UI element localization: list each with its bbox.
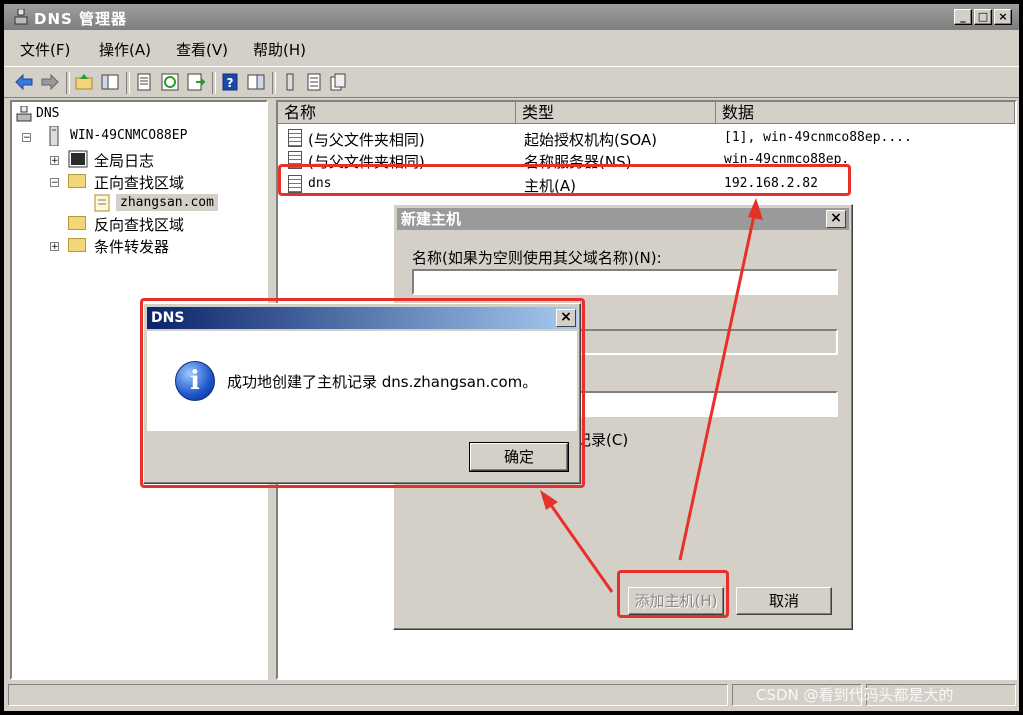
record-icon	[288, 129, 302, 147]
back-arrow-icon[interactable]	[14, 72, 34, 92]
tree-conditional-forwarders[interactable]: 条件转发器	[94, 236, 169, 257]
dns-root-icon	[16, 106, 32, 122]
column-header-type[interactable]: 类型	[516, 102, 716, 124]
conditional-forwarders-expand-toggle[interactable]: +	[50, 242, 59, 252]
record-type: 起始授权机构(SOA)	[524, 131, 658, 149]
up-folder-icon[interactable]	[74, 72, 94, 92]
new-host-close-button[interactable]: ×	[826, 210, 846, 228]
host-name-input[interactable]	[412, 269, 838, 295]
server-icon[interactable]	[280, 72, 300, 92]
message-box-close-button[interactable]: ×	[556, 309, 576, 327]
info-icon: i	[175, 361, 215, 401]
tree-reverse-lookup-zones[interactable]: 反向查找区域	[94, 214, 184, 235]
record-name[interactable]: dns	[308, 176, 331, 191]
record-data: 192.168.2.82	[724, 176, 818, 191]
toolbar-separator	[272, 72, 276, 94]
new-host-dialog-title[interactable]: 新建主机	[397, 208, 849, 230]
column-header-name[interactable]: 名称	[278, 102, 516, 124]
copy-record-icon[interactable]	[328, 72, 348, 92]
folder-icon	[68, 174, 86, 188]
forward-arrow-icon[interactable]	[40, 72, 60, 92]
record-icon	[288, 175, 302, 193]
tree-forward-lookup-zones[interactable]: 正向查找区域	[94, 172, 184, 193]
add-host-button[interactable]: 添加主机(H)	[628, 587, 724, 615]
title-bar[interactable]: DNS 管理器 _ □ ×	[4, 4, 1019, 30]
toolbar-separator	[212, 72, 216, 94]
zone-file-icon	[94, 194, 110, 212]
ok-button[interactable]: 确定	[469, 442, 569, 472]
record-type: 名称服务器(NS)	[524, 153, 632, 171]
server-collapse-toggle[interactable]: −	[22, 133, 31, 143]
dns-message-box: DNS × i 成功地创建了主机记录 dns.zhangsan.com。 确定	[143, 303, 581, 484]
menu-bar: 文件(F) 操作(A) 查看(V) 帮助(H)	[4, 34, 1019, 62]
record-data: win-49cnmco88ep.	[724, 152, 850, 167]
global-logs-icon	[68, 150, 88, 168]
minimize-button[interactable]: _	[954, 9, 972, 25]
tree-zone-zhangsan[interactable]: zhangsan.com	[116, 194, 218, 211]
menu-help[interactable]: 帮助(H)	[253, 39, 306, 60]
menu-file[interactable]: 文件(F)	[20, 39, 70, 60]
column-header-data[interactable]: 数据	[716, 102, 1015, 124]
forward-zones-collapse-toggle[interactable]: −	[50, 178, 59, 188]
message-box-title[interactable]: DNS	[147, 307, 577, 329]
record-name[interactable]: (与父文件夹相同)	[308, 129, 425, 150]
help-icon[interactable]: ?	[220, 72, 240, 92]
toolbar-separator	[66, 72, 70, 94]
record-data: [1], win-49cnmco88ep....	[724, 130, 912, 145]
tree-dns-root[interactable]: DNS	[36, 106, 59, 121]
refresh-icon[interactable]	[160, 72, 180, 92]
toolbar-separator	[126, 72, 130, 94]
folder-icon	[68, 216, 86, 230]
svg-text:?: ?	[227, 76, 234, 90]
record-list-icon[interactable]	[304, 72, 324, 92]
record-icon	[288, 151, 302, 169]
cancel-button[interactable]: 取消	[736, 587, 832, 615]
close-button[interactable]: ×	[994, 9, 1012, 25]
export-list-icon[interactable]	[186, 72, 206, 92]
folder-icon	[68, 238, 86, 252]
menu-action[interactable]: 操作(A)	[99, 39, 151, 60]
toolbar: ?	[4, 66, 1019, 98]
record-name[interactable]: (与父文件夹相同)	[308, 151, 425, 172]
record-type: 主机(A)	[524, 177, 576, 195]
tree-global-logs[interactable]: 全局日志	[94, 150, 154, 171]
properties-icon[interactable]	[134, 72, 154, 92]
dns-app-icon	[14, 9, 28, 25]
create-ptr-label: 记录(C)	[576, 431, 629, 449]
tree-server[interactable]: WIN-49CNMCO88EP	[70, 128, 187, 143]
show-hide-tree-icon[interactable]	[100, 72, 120, 92]
status-cell-main	[8, 684, 728, 706]
global-logs-expand-toggle[interactable]: +	[50, 156, 59, 166]
window-title: DNS 管理器	[34, 10, 128, 28]
csdn-watermark: CSDN @看到代码头都是大的	[756, 686, 954, 704]
message-area: i 成功地创建了主机记录 dns.zhangsan.com。	[147, 331, 577, 431]
server-icon	[49, 126, 59, 146]
menu-view[interactable]: 查看(V)	[176, 39, 228, 60]
host-name-label: 名称(如果为空则使用其父域名称)(N):	[412, 249, 662, 267]
maximize-button[interactable]: □	[974, 9, 992, 25]
message-text: 成功地创建了主机记录 dns.zhangsan.com。	[227, 373, 538, 391]
view-pane-icon[interactable]	[246, 72, 266, 92]
